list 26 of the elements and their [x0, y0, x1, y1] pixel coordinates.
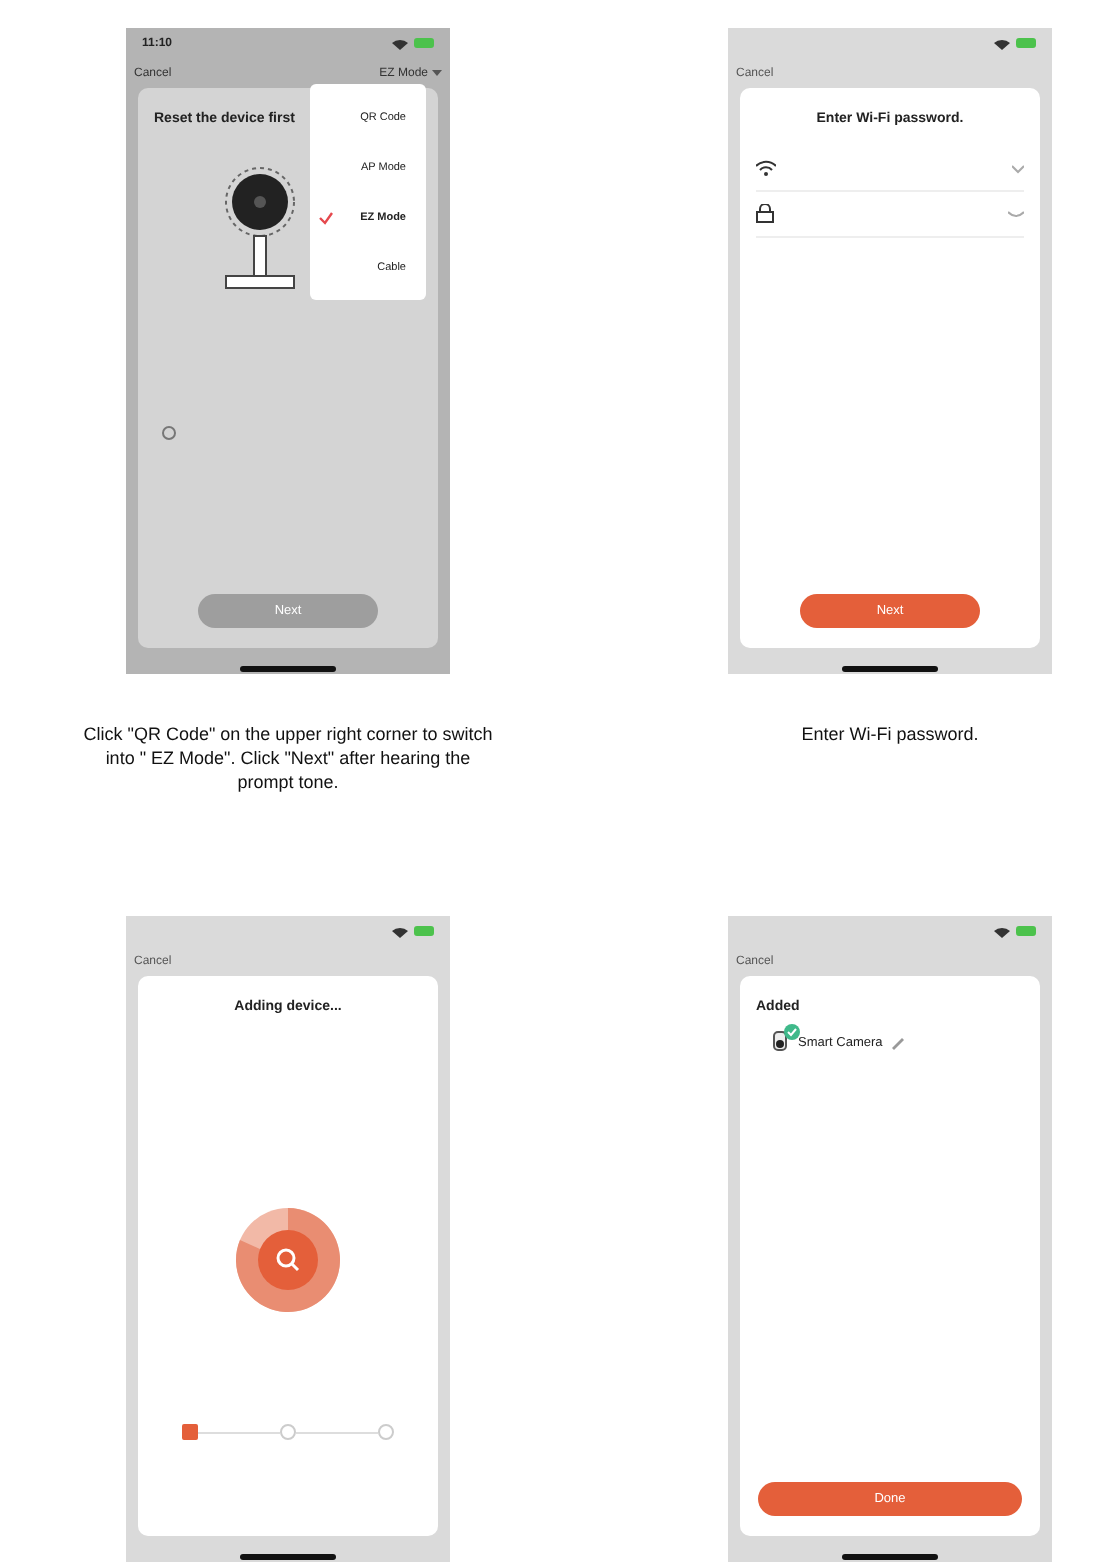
camera-drawing: [224, 166, 296, 290]
home-indicator: [842, 666, 938, 672]
wifi-icon: [392, 37, 408, 49]
wifi-icon: [392, 925, 408, 937]
home-indicator: [842, 1554, 938, 1560]
lock-icon: [756, 204, 774, 224]
pencil-icon: [892, 1035, 907, 1049]
check-badge-icon: [784, 1024, 800, 1040]
battery-icon: [414, 38, 434, 48]
search-progress-drawing: [234, 1206, 342, 1314]
battery-icon: [1016, 926, 1036, 936]
wifi-icon: [994, 925, 1010, 937]
camera-icon: [772, 1030, 788, 1054]
step-caption: Click "QR Code" on the upper right corner to switch into " EZ Mode". Click "Next" after hearing the prompt tone.: [81, 722, 495, 795]
battery-icon: [414, 926, 434, 936]
wifi-icon: [756, 160, 776, 176]
home-indicator: [240, 1554, 336, 1560]
wifi-icon: [994, 37, 1010, 49]
eye-closed-icon: [1008, 210, 1024, 218]
home-indicator: [240, 666, 336, 672]
step-caption: Enter Wi-Fi password.: [799, 722, 981, 747]
radio-icon: [162, 425, 176, 439]
battery-icon: [1016, 38, 1036, 48]
chevron-icon: [1012, 163, 1024, 173]
check-icon: [318, 209, 334, 225]
caret-icon: [432, 70, 442, 76]
